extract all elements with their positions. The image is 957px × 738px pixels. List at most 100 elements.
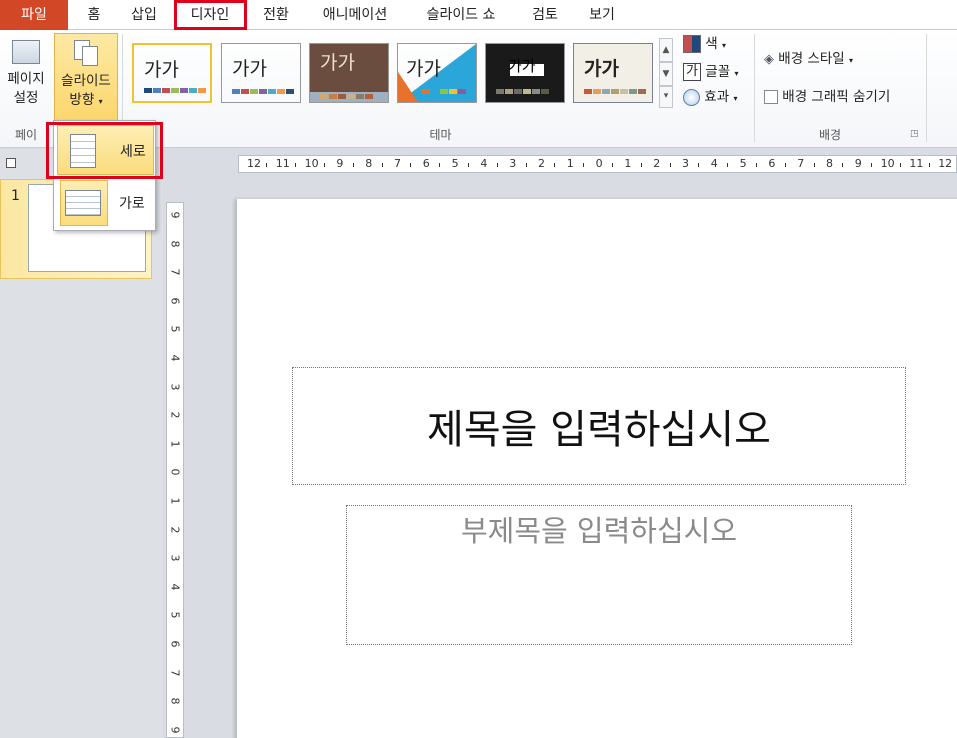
tab-slideshow[interactable]: 슬라이드 쇼: [413, 0, 509, 30]
title-placeholder[interactable]: 제목을 입력하십시오: [292, 367, 906, 485]
ruler-minor-tick: [669, 163, 671, 167]
highlight-box-portrait: [46, 122, 163, 179]
font-icon: 가: [683, 63, 701, 81]
tab-transitions[interactable]: 전환: [255, 0, 297, 30]
theme-thumbnail-2[interactable]: 가가: [221, 43, 301, 103]
gallery-scroll-down-button[interactable]: ▼: [659, 62, 673, 86]
theme-thumbnail-4[interactable]: 가가: [397, 43, 477, 103]
page-setup-label-line2: 설정: [13, 90, 39, 106]
theme-thumbnail-office[interactable]: 가가: [132, 43, 212, 103]
tab-review[interactable]: 검토: [524, 0, 566, 30]
gallery-scroll-up-button[interactable]: ▲: [659, 38, 673, 62]
ruler-tick-label: 12: [938, 157, 953, 170]
ruler-tick-label: 6: [422, 157, 430, 170]
ruler-tick-label: 8: [826, 157, 833, 170]
ruler-minor-tick: [698, 163, 700, 167]
color-palette-icon: [683, 35, 701, 53]
ruler-tick-label: 6: [168, 297, 182, 305]
dropdown-arrow-icon: ▾: [849, 56, 854, 65]
ruler-tick-label: 4: [168, 354, 182, 362]
ruler-tick-label: 6: [768, 157, 776, 170]
tab-insert[interactable]: 삽입: [122, 0, 166, 30]
ruler-minor-tick: [842, 163, 844, 167]
tab-animations[interactable]: 애니메이션: [312, 0, 398, 30]
ruler-minor-tick: [727, 163, 729, 167]
ruler-tick-label: 5: [739, 157, 747, 170]
ruler-minor-tick: [468, 163, 469, 167]
dropdown-arrow-icon: ▾: [733, 94, 738, 103]
slide-orientation-label-line2: 방향: [69, 92, 95, 108]
ruler-tick-label: 4: [168, 583, 182, 591]
page-setup-button[interactable]: 페이지 설정: [2, 36, 50, 122]
dropdown-arrow-icon: ▾: [734, 69, 739, 78]
subtitle-placeholder-text: 부제목을 입력하십시오: [460, 514, 738, 548]
theme-color-swatches: [320, 94, 374, 99]
ruler-tick-label: 12: [247, 157, 261, 170]
title-placeholder-text: 제목을 입력하십시오: [427, 407, 771, 453]
background-styles-button[interactable]: ◈ 배경 스타일 ▾: [764, 48, 853, 70]
gallery-more-icon: ▾: [663, 91, 669, 101]
chevron-up-icon: ▲: [662, 45, 670, 55]
ruler-tick-label: 2: [168, 411, 182, 419]
ruler-minor-tick: [554, 163, 556, 167]
hide-background-graphics-checkbox[interactable]: 배경 그래픽 숨기기: [764, 86, 890, 108]
ruler-minor-tick: [266, 163, 268, 167]
theme-thumbnail-6[interactable]: 가가: [573, 43, 653, 103]
ruler-tick-label: 9: [168, 726, 182, 734]
theme-sample-text: 가가: [232, 58, 267, 80]
ruler-minor-tick: [439, 163, 441, 167]
theme-colors-button[interactable]: 색 ▾: [683, 33, 726, 55]
menu-item-landscape[interactable]: 가로: [57, 178, 154, 228]
slide-canvas: 제목을 입력하십시오 부제목을 입력하십시오: [237, 199, 957, 738]
ruler-tick-label: 6: [168, 640, 182, 648]
theme-colors-label: 색: [705, 36, 718, 52]
ruler-tick-label: 11: [909, 157, 924, 170]
ruler-minor-tick: [295, 163, 297, 167]
ruler-minor-tick: [324, 163, 325, 167]
hide-background-graphics-label: 배경 그래픽 숨기기: [782, 89, 891, 105]
theme-color-swatches: [144, 88, 207, 93]
ruler-tick-label: 3: [168, 383, 182, 391]
theme-thumbnail-3[interactable]: 가가: [309, 43, 389, 103]
menu-item-landscape-label: 가로: [119, 196, 145, 212]
ruler-tick-label: 3: [682, 157, 689, 170]
tab-view[interactable]: 보기: [581, 0, 623, 30]
gallery-more-button[interactable]: ▾: [659, 86, 673, 108]
tab-home[interactable]: 홈: [80, 0, 108, 30]
ruler-tick-label: 8: [168, 240, 182, 248]
theme-effects-button[interactable]: 효과 ▾: [683, 86, 737, 108]
ruler-tick-label: 3: [509, 157, 517, 170]
slide-number: 1: [11, 188, 20, 204]
chevron-down-icon: ▼: [662, 69, 670, 79]
ruler-tick-label: 8: [365, 157, 373, 170]
theme-fonts-button[interactable]: 가 글꼴 ▾: [683, 61, 738, 83]
theme-thumbnail-5[interactable]: 가가: [485, 43, 565, 103]
slides-pane: 1: [0, 149, 163, 738]
ruler-minor-tick: [410, 163, 412, 167]
ruler-tick-label: 4: [480, 157, 488, 170]
ruler-minor-tick: [381, 163, 383, 167]
ruler-tick-label: 9: [168, 211, 182, 219]
ruler-minor-tick: [583, 163, 585, 167]
subtitle-placeholder[interactable]: 부제목을 입력하십시오: [346, 505, 852, 645]
ruler-tick-label: 11: [275, 157, 290, 170]
ruler-tick-label: 7: [394, 157, 401, 170]
ruler-tick-label: 5: [168, 611, 182, 619]
theme-color-swatches: [584, 89, 647, 94]
theme-color-swatches: [496, 89, 550, 94]
slide-orientation-button[interactable]: 슬라이드 방향 ▾: [54, 33, 118, 123]
group-separator: [754, 34, 755, 142]
ruler-tick-label: 7: [168, 669, 182, 677]
ruler-tick-label: 0: [595, 157, 603, 170]
tab-file[interactable]: 파일: [0, 0, 68, 30]
ruler-tick-label: 9: [854, 157, 862, 170]
ruler-minor-tick: [756, 163, 757, 167]
vertical-ruler: 9 8 7 6 5 4 3 2 1 0 1 2 3 4 5 6 7 8 9: [166, 202, 184, 738]
theme-color-swatches: [422, 89, 467, 94]
ruler-minor-tick: [352, 163, 354, 167]
dialog-launcher-icon[interactable]: ◳: [910, 129, 919, 139]
theme-sample-text: 가가: [406, 58, 441, 80]
group-separator: [926, 34, 927, 142]
ruler-minor-tick: [784, 163, 786, 167]
pane-collapse-icon[interactable]: [6, 158, 16, 168]
